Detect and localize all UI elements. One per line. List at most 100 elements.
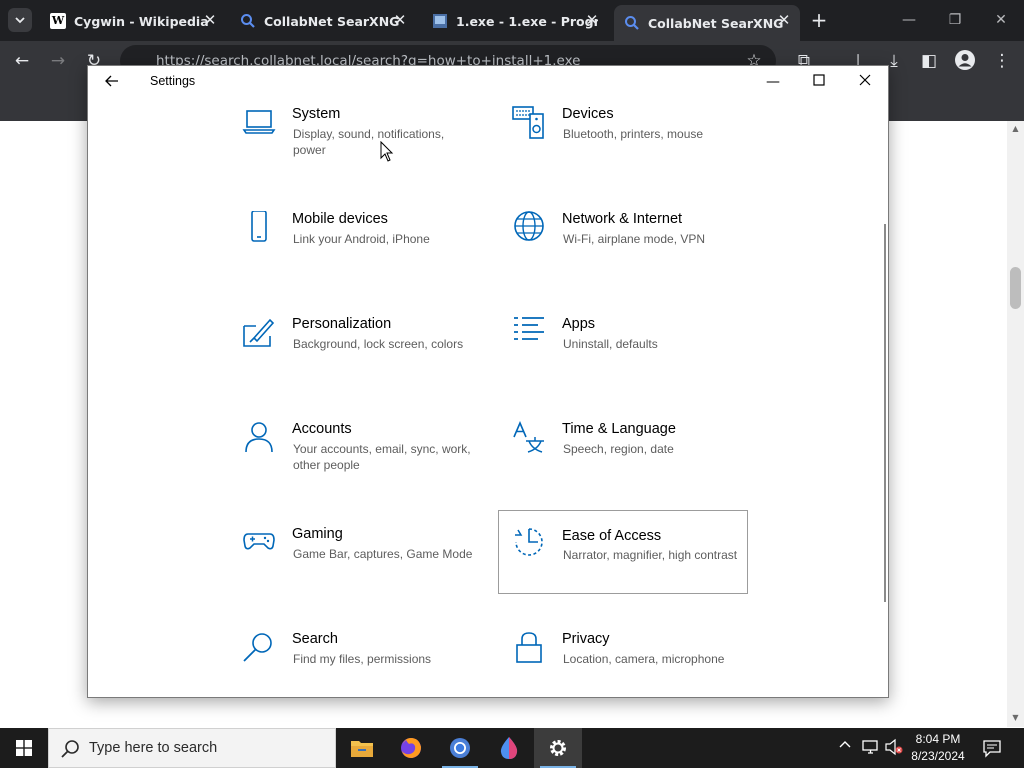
tile-description: Background, lock screen, colors: [293, 337, 464, 351]
settings-maximize-button[interactable]: [804, 70, 834, 94]
volume-muted-icon[interactable]: [884, 738, 904, 760]
settings-tile-personalization[interactable]: Personalization Background, lock screen,…: [242, 316, 490, 400]
clock-date: 8/23/2024: [911, 749, 965, 763]
paint-brush-icon: [243, 318, 275, 347]
tile-name: Ease of Access: [562, 528, 662, 544]
apps-list-icon: [514, 317, 544, 340]
close-tab-icon[interactable]: ✕: [776, 12, 792, 28]
settings-scrollbar[interactable]: [884, 224, 886, 602]
tile-name: Search: [292, 631, 338, 647]
tab-1exe-program[interactable]: 1.exe - 1.exe - Program ✕: [422, 5, 608, 37]
tab-title: CollabNet SearXNG: [264, 13, 400, 29]
settings-tile-devices[interactable]: Devices Bluetooth, printers, mouse: [512, 106, 760, 190]
settings-tile-network-internet[interactable]: Network & Internet Wi-Fi, airplane mode,…: [512, 211, 760, 295]
settings-tile-gaming[interactable]: Gaming Game Bar, captures, Game Mode: [242, 526, 490, 610]
taskbar-paint-app[interactable]: [485, 728, 533, 768]
tile-name: Apps: [562, 316, 596, 332]
tab-title: CollabNet SearXNG: [648, 15, 784, 31]
laptop-icon: [242, 110, 276, 134]
keyboard-speaker-icon: [512, 106, 544, 139]
person-icon: [245, 422, 273, 453]
scroll-down-arrow-icon[interactable]: ▼: [1009, 712, 1022, 724]
settings-tile-time-language[interactable]: Time & Language Speech, region, date: [512, 421, 760, 505]
taskbar-file-explorer[interactable]: [338, 728, 386, 768]
time-language-icon: [513, 421, 544, 453]
settings-tile-apps[interactable]: Apps Uninstall, defaults: [512, 316, 760, 400]
magnifier-icon: [243, 633, 272, 662]
tile-description: Location, camera, microphone: [563, 652, 725, 666]
taskbar-search-box[interactable]: Type here to search: [48, 728, 336, 768]
tab-search-button[interactable]: [8, 8, 32, 32]
tile-description: Your accounts, email, sync, work, other …: [293, 442, 471, 472]
taskbar-settings[interactable]: [534, 728, 582, 768]
new-tab-button[interactable]: +: [808, 9, 830, 31]
search-icon: [61, 740, 79, 758]
tile-name: Mobile devices: [292, 211, 388, 227]
back-arrow-icon[interactable]: [100, 72, 124, 92]
tile-name: Time & Language: [562, 421, 676, 437]
tile-name: Personalization: [292, 316, 392, 332]
network-icon[interactable]: [862, 738, 880, 760]
tab-collabnet-searxng[interactable]: CollabNet SearXNG ✕: [230, 5, 416, 37]
page-scrollbar[interactable]: [1007, 121, 1024, 727]
tile-name: Gaming: [292, 526, 343, 542]
browser-minimize-button[interactable]: —: [896, 8, 922, 32]
tile-description: Speech, region, date: [563, 442, 674, 456]
settings-tile-ease-of-access[interactable]: Ease of Access Narrator, magnifier, high…: [498, 510, 748, 594]
notification-center-icon[interactable]: [982, 738, 1004, 758]
firefox-icon: [401, 738, 421, 758]
phone-icon: [251, 211, 267, 242]
profile-avatar-icon[interactable]: [953, 49, 977, 73]
tile-name: Accounts: [292, 421, 352, 437]
gear-icon: [550, 740, 566, 756]
taskbar-clock[interactable]: 8:04 PM 8/23/2024: [906, 731, 970, 765]
scroll-up-arrow-icon[interactable]: ▲: [1009, 123, 1022, 135]
back-icon[interactable]: ←: [10, 49, 34, 73]
tile-name: Devices: [562, 106, 614, 122]
globe-icon: [514, 211, 544, 241]
side-panel-icon[interactable]: ◧: [917, 49, 941, 73]
tile-description: Uninstall, defaults: [563, 337, 658, 351]
tile-description: Link your Android, iPhone: [293, 232, 430, 246]
settings-close-button[interactable]: [850, 70, 880, 94]
windows-logo-icon: [16, 740, 32, 756]
close-tab-icon[interactable]: ✕: [392, 12, 408, 28]
tile-description: Bluetooth, printers, mouse: [563, 127, 704, 141]
show-hidden-icons-chevron-icon[interactable]: [838, 738, 852, 756]
settings-title-bar: Settings —: [88, 66, 888, 98]
clock-time: 8:04 PM: [915, 732, 961, 746]
taskbar-chrome[interactable]: [436, 728, 484, 768]
settings-minimize-button[interactable]: —: [758, 70, 788, 94]
search-icon: [624, 15, 640, 31]
browser-close-button[interactable]: ✕: [988, 8, 1014, 32]
settings-tile-system[interactable]: System Display, sound, notifications, po…: [242, 106, 490, 190]
gamepad-icon: [243, 533, 275, 550]
tab-cygwin-wikipedia[interactable]: W Cygwin - Wikipedia ✕: [40, 5, 226, 37]
paint-drop-icon: [500, 737, 518, 759]
taskbar-firefox[interactable]: [387, 728, 435, 768]
settings-tile-accounts[interactable]: Accounts Your accounts, email, sync, wor…: [242, 421, 490, 505]
settings-tile-privacy[interactable]: Privacy Location, camera, microphone: [512, 631, 760, 697]
tab-title: Cygwin - Wikipedia: [74, 13, 209, 29]
close-tab-icon[interactable]: ✕: [202, 12, 218, 28]
search-icon: [240, 13, 256, 29]
close-tab-icon[interactable]: ✕: [584, 12, 600, 28]
settings-tile-mobile-devices[interactable]: Mobile devices Link your Android, iPhone: [242, 211, 490, 295]
start-button[interactable]: [0, 728, 48, 768]
settings-title: Settings: [150, 74, 196, 88]
chrome-icon: [450, 738, 470, 758]
browser-restore-button[interactable]: ❐: [942, 8, 968, 32]
tile-description: Find my files, permissions: [293, 652, 432, 666]
wikipedia-icon: W: [50, 13, 66, 29]
page-scrollbar-thumb[interactable]: [1010, 267, 1021, 309]
windows-taskbar: Type here to search 8:04 PM 8/23/2024: [0, 728, 1024, 768]
lock-icon: [516, 632, 542, 663]
tab-collabnet-searxng-active[interactable]: CollabNet SearXNG ✕: [614, 5, 800, 41]
tile-name: System: [292, 106, 341, 122]
chevron-down-icon: [15, 17, 25, 24]
forward-icon[interactable]: →: [46, 49, 70, 73]
settings-tile-search[interactable]: Search Find my files, permissions: [242, 631, 490, 697]
tile-description: Game Bar, captures, Game Mode: [293, 547, 473, 561]
program-icon: [432, 13, 448, 29]
browser-menu-icon[interactable]: ⋮: [990, 49, 1014, 73]
